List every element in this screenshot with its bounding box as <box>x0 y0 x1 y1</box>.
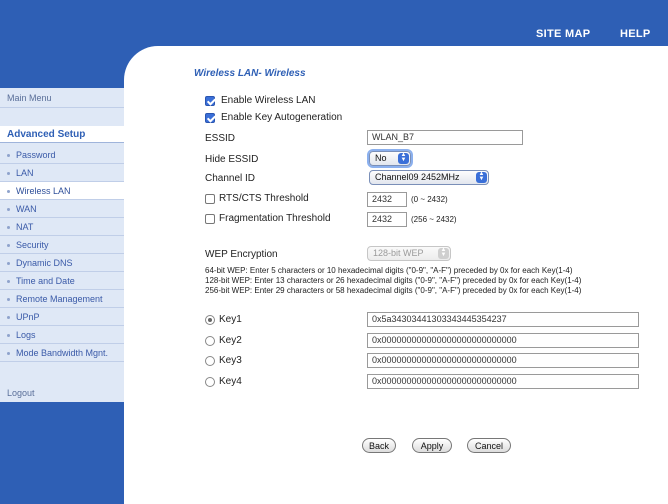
sidebar-item-wan[interactable]: WAN <box>0 200 124 218</box>
bullet-icon <box>7 351 10 355</box>
bullet-icon <box>7 207 10 211</box>
sidebar-item-wireless-lan[interactable]: Wireless LAN <box>0 182 124 200</box>
page-title: Wireless LAN- Wireless <box>194 68 306 79</box>
back-button[interactable]: Back <box>362 438 396 453</box>
bullet-icon <box>7 279 10 283</box>
key3-label: Key3 <box>219 355 242 366</box>
bullet-icon <box>7 171 10 175</box>
key4-input[interactable]: 0x000000000000000000000000000 <box>367 374 639 389</box>
fragmentation-checkbox[interactable] <box>205 214 215 224</box>
hide-essid-label: Hide ESSID <box>205 154 259 165</box>
bullet-icon <box>7 153 10 157</box>
enable-key-autogeneration-label: Enable Key Autogeneration <box>221 112 343 123</box>
key2-radio[interactable] <box>205 336 215 346</box>
wep-note-64: 64-bit WEP: Enter 5 characters or 10 hex… <box>205 266 573 275</box>
rts-cts-input[interactable]: 2432 <box>367 192 407 207</box>
select-arrows-icon: ▲ ▼ <box>476 171 487 183</box>
key3-input[interactable]: 0x000000000000000000000000000 <box>367 353 639 368</box>
sidebar-item-nat[interactable]: NAT <box>0 218 124 236</box>
sidebar-item-security[interactable]: Security <box>0 236 124 254</box>
hide-essid-select[interactable]: No ▲ ▼ <box>369 151 411 166</box>
wep-note-256: 256-bit WEP: Enter 29 characters or 58 h… <box>205 286 582 295</box>
essid-input[interactable]: WLAN_B7 <box>367 130 523 145</box>
enable-wireless-checkbox[interactable] <box>205 96 215 106</box>
apply-button[interactable]: Apply <box>412 438 452 453</box>
enable-wireless-label: Enable Wireless LAN <box>221 95 316 106</box>
bullet-icon <box>7 189 10 193</box>
key3-radio[interactable] <box>205 356 215 366</box>
enable-key-autogeneration-checkbox[interactable] <box>205 113 215 123</box>
select-arrows-icon: ▲ ▼ <box>438 247 449 259</box>
bullet-icon <box>7 261 10 265</box>
advanced-setup-heading[interactable]: Advanced Setup <box>0 126 124 143</box>
key4-label: Key4 <box>219 376 242 387</box>
fragmentation-input[interactable]: 2432 <box>367 212 407 227</box>
sidebar-item-mode-bandwidth[interactable]: Mode Bandwidth Mgnt. <box>0 344 124 362</box>
main-menu-link[interactable]: Main Menu <box>0 88 124 108</box>
bullet-icon <box>7 243 10 247</box>
key4-radio[interactable] <box>205 377 215 387</box>
key1-input[interactable]: 0x5a34303441303343445354237 <box>367 312 639 327</box>
site-map-link[interactable]: SITE MAP <box>536 28 590 40</box>
sidebar-item-remote-management[interactable]: Remote Management <box>0 290 124 308</box>
bullet-icon <box>7 315 10 319</box>
channel-id-select[interactable]: Channel09 2452MHz ▲ ▼ <box>369 170 489 185</box>
rts-cts-range: (0 ~ 2432) <box>411 195 448 204</box>
key1-radio[interactable] <box>205 315 215 325</box>
channel-id-label: Channel ID <box>205 173 256 184</box>
sidebar-item-upnp[interactable]: UPnP <box>0 308 124 326</box>
key2-input[interactable]: 0x000000000000000000000000000 <box>367 333 639 348</box>
sidebar-item-logs[interactable]: Logs <box>0 326 124 344</box>
key2-label: Key2 <box>219 335 242 346</box>
cancel-button[interactable]: Cancel <box>467 438 511 453</box>
side-menu: Main Menu Advanced Setup Password LAN Wi… <box>0 88 124 402</box>
top-header: SITE MAP HELP <box>124 0 668 46</box>
key1-label: Key1 <box>219 314 242 325</box>
logout-link[interactable]: Logout <box>0 384 124 402</box>
bullet-icon <box>7 225 10 229</box>
wep-note-128: 128-bit WEP: Enter 13 characters or 26 h… <box>205 276 582 285</box>
wep-encryption-label: WEP Encryption <box>205 249 278 260</box>
sidebar-item-dynamic-dns[interactable]: Dynamic DNS <box>0 254 124 272</box>
sidebar-item-lan[interactable]: LAN <box>0 164 124 182</box>
sidebar-item-time-and-date[interactable]: Time and Date <box>0 272 124 290</box>
help-link[interactable]: HELP <box>620 28 651 40</box>
fragmentation-label: Fragmentation Threshold <box>219 213 331 224</box>
essid-label: ESSID <box>205 133 236 144</box>
sidebar-item-password[interactable]: Password <box>0 146 124 164</box>
rts-cts-checkbox[interactable] <box>205 194 215 204</box>
select-arrows-icon: ▲ ▼ <box>398 152 409 164</box>
wep-encryption-select[interactable]: 128-bit WEP ▲ ▼ <box>367 246 451 261</box>
rts-cts-label: RTS/CTS Threshold <box>219 193 309 204</box>
bullet-icon <box>7 297 10 301</box>
bullet-icon <box>7 333 10 337</box>
fragmentation-range: (256 ~ 2432) <box>411 215 457 224</box>
